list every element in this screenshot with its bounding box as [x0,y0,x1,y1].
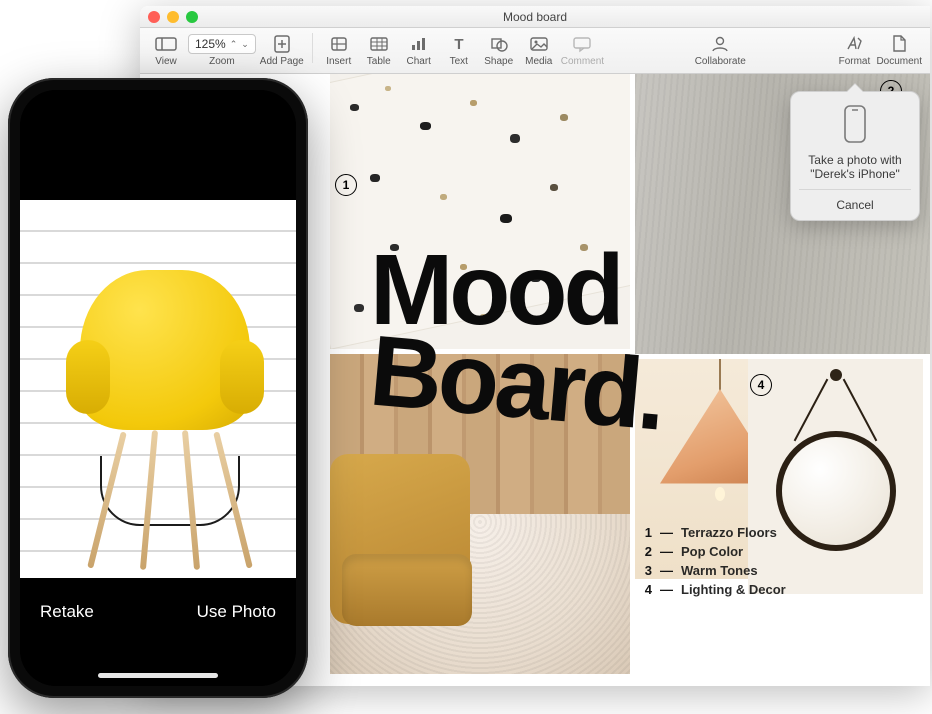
table-button[interactable]: Table [359,34,399,69]
legend-row: 1—Terrazzo Floors [640,524,786,543]
comment-icon [571,34,593,54]
zoom-label: Zoom [209,56,235,67]
continuity-camera-popover: Take a photo with "Derek's iPhone" Cance… [790,91,920,221]
table-icon [368,34,390,54]
format-icon [843,34,865,54]
format-button[interactable]: Format [834,34,874,69]
image-sofa[interactable] [330,454,480,654]
use-photo-button[interactable]: Use Photo [197,602,276,622]
comment-label: Comment [561,56,604,67]
svg-text:T: T [454,36,463,53]
camera-viewfinder[interactable] [20,200,296,580]
close-window-button[interactable] [148,11,160,23]
window-titlebar[interactable]: Mood board [140,6,930,28]
legend-row: 3—Warm Tones [640,562,786,581]
format-label: Format [839,56,871,67]
shape-label: Shape [484,56,513,67]
photo-subject-chair [60,270,270,570]
toolbar-separator [312,33,313,63]
iphone-device: Retake Use Photo [8,78,308,698]
insert-label: Insert [326,56,351,67]
media-label: Media [525,56,552,67]
document-icon [888,34,910,54]
document-button[interactable]: Document [874,34,924,69]
text-icon: T [448,34,470,54]
text-button[interactable]: T Text [439,34,479,69]
zoom-value: 125% [195,37,226,51]
text-label: Text [450,56,468,67]
collaborate-label: Collaborate [695,56,746,67]
add-page-button[interactable]: Add Page [258,34,306,69]
popover-text-line2: "Derek's iPhone" [799,167,911,181]
insert-button[interactable]: Insert [319,34,359,69]
collaborate-icon [709,34,731,54]
chart-button[interactable]: Chart [399,34,439,69]
insert-icon [328,34,350,54]
heading-line2: Board. [367,324,667,442]
legend-list[interactable]: 1—Terrazzo Floors 2—Pop Color 3—Warm Ton… [640,524,786,599]
comment-button[interactable]: Comment [559,34,606,69]
chevron-down-icon: ⌃ [230,39,238,50]
camera-bottom-bar: Retake Use Photo [20,578,296,686]
retake-button[interactable]: Retake [40,602,94,622]
view-button[interactable]: View [146,34,186,69]
document-label: Document [876,56,922,67]
popover-cancel-button[interactable]: Cancel [799,189,911,220]
media-icon [528,34,550,54]
iphone-notch [88,90,228,116]
home-indicator[interactable] [98,673,218,678]
chevron-down-icon: ⌄ [241,39,249,50]
media-button[interactable]: Media [519,34,559,69]
view-icon [155,34,177,54]
iphone-screen: Retake Use Photo [20,90,296,686]
add-page-label: Add Page [260,56,304,67]
view-label: View [155,56,177,67]
callout-badge-1: 1 [335,174,357,196]
iphone-icon [841,104,869,144]
chart-label: Chart [407,56,431,67]
document-heading[interactable]: Mood Board. [370,244,663,430]
collaborate-button[interactable]: Collaborate [693,34,748,69]
popover-text-line1: Take a photo with [799,153,911,167]
zoom-control[interactable]: 125% ⌃⌄ Zoom [186,34,258,69]
chart-icon [408,34,430,54]
legend-row: 4—Lighting & Decor [640,581,786,600]
callout-badge-4: 4 [750,374,772,396]
document-title: Mood board [140,10,930,24]
shape-icon [488,34,510,54]
table-label: Table [367,56,391,67]
minimize-window-button[interactable] [167,11,179,23]
legend-row: 2—Pop Color [640,543,786,562]
window-traffic-lights [148,11,198,23]
shape-button[interactable]: Shape [479,34,519,69]
zoom-window-button[interactable] [186,11,198,23]
toolbar: View 125% ⌃⌄ Zoom Add Page Insert Table [140,28,930,74]
add-page-icon [271,34,293,54]
